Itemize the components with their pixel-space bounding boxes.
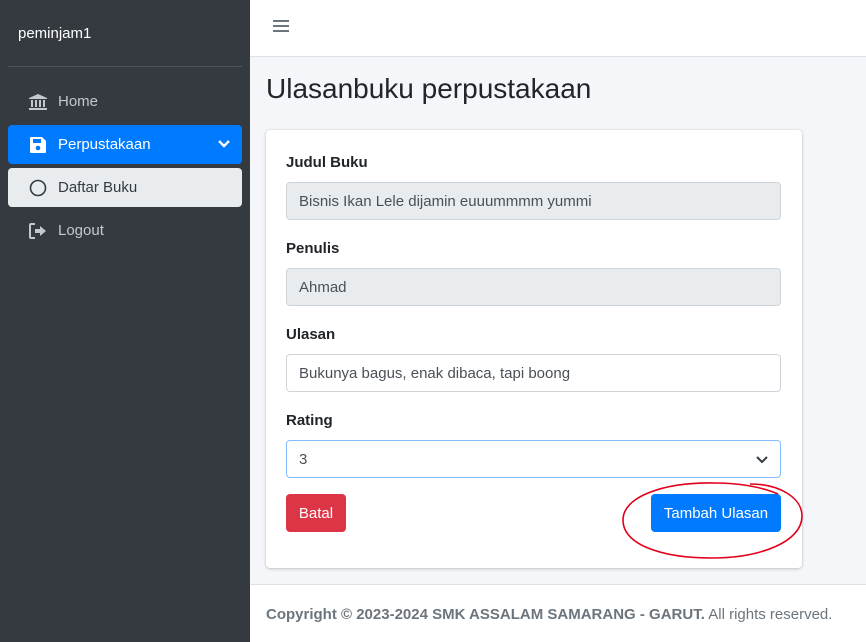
topbar (250, 0, 866, 57)
sidebar-item-label: Logout (58, 222, 104, 239)
sidebar-item-label: Home (58, 93, 99, 110)
penulis-field[interactable]: Ahmad (286, 268, 781, 306)
sidebar-item-logout[interactable]: Logout (8, 211, 242, 250)
sign-out-icon (28, 221, 48, 241)
hamburger-menu-icon[interactable] (273, 20, 289, 36)
sidebar-item-label: Daftar Buku (58, 179, 138, 196)
penulis-label: Penulis (286, 240, 340, 257)
judul-buku-field[interactable]: Bisnis Ikan Lele dijamin euuummmm yummi (286, 182, 781, 220)
page-title: Ulasanbuku perpustakaan (266, 73, 592, 104)
review-form-card: Judul Buku Bisnis Ikan Lele dijamin euuu… (266, 130, 802, 568)
ulasan-label: Ulasan (286, 326, 336, 343)
add-review-button[interactable]: Tambah Ulasan (651, 494, 781, 532)
sidebar-item-perpustakaan[interactable]: Perpustakaan (8, 125, 242, 164)
sidebar-item-label: Perpustakaan (58, 136, 151, 153)
footer: Copyright © 2023-2024 SMK ASSALAM SAMARA… (250, 584, 866, 642)
ulasan-input[interactable]: Bukunya bagus, enak dibaca, tapi boong (286, 354, 781, 392)
cancel-button[interactable]: Batal (286, 494, 346, 532)
sidebar-item-home[interactable]: Home (8, 82, 242, 121)
chevron-down-icon (756, 451, 768, 468)
footer-rights: All rights reserved. (704, 606, 833, 623)
sidebar-item-daftar-buku[interactable]: Daftar Buku (8, 168, 242, 207)
sidebar: peminjam1 Home Perpustakaan Daftar Buku (0, 0, 250, 642)
bank-icon (28, 92, 48, 112)
save-icon (28, 135, 48, 155)
rating-select[interactable]: 3 (286, 440, 781, 478)
sidebar-nav: Home Perpustakaan Daftar Buku Logout (0, 67, 250, 250)
rating-selected-value: 3 (299, 450, 308, 468)
judul-buku-label: Judul Buku (286, 154, 368, 171)
brand-username[interactable]: peminjam1 (8, 0, 242, 67)
footer-copyright: Copyright © 2023-2024 SMK ASSALAM SAMARA… (266, 606, 705, 623)
rating-label: Rating (286, 412, 333, 429)
circle-icon (28, 178, 48, 198)
chevron-down-icon (218, 136, 230, 153)
